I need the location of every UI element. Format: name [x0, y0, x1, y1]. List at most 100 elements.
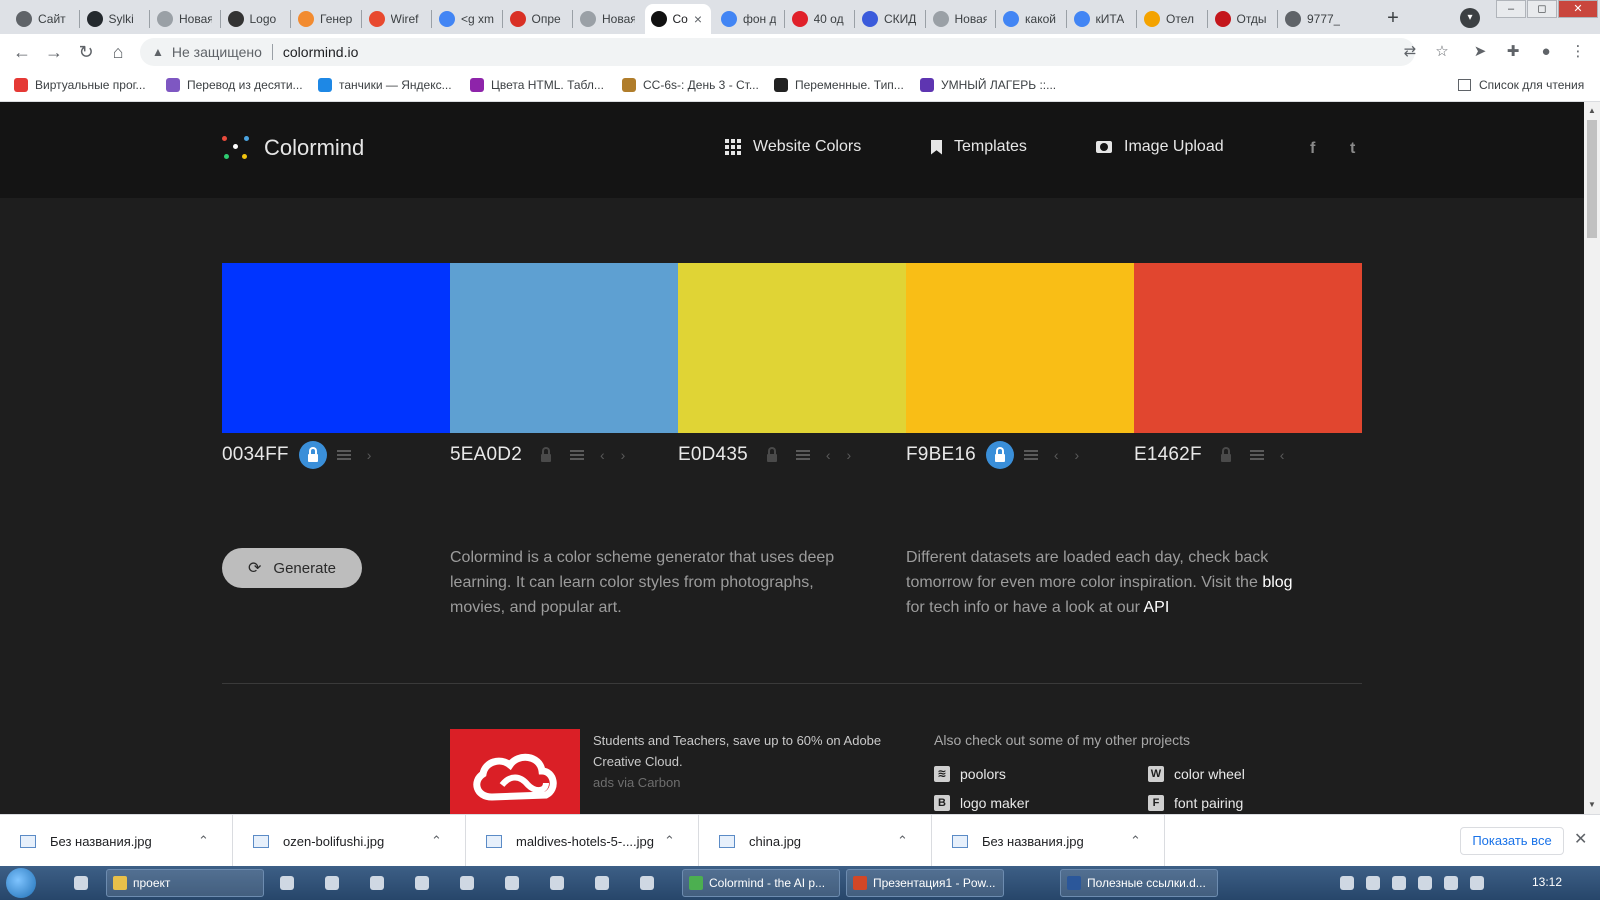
star-icon[interactable]: ☆: [1432, 42, 1452, 62]
quicklaunch-icon-9[interactable]: [595, 876, 609, 890]
browser-tab[interactable]: фон д: [715, 4, 782, 34]
hex-code[interactable]: F9BE16: [906, 444, 976, 466]
browser-tab[interactable]: Отды: [1209, 4, 1276, 34]
bookmark-item[interactable]: Виртуальные прог...: [14, 78, 146, 92]
nav-website-colors[interactable]: Website Colors: [725, 138, 861, 156]
quicklaunch-icon-10[interactable]: [640, 876, 654, 890]
taskbar-button[interactable]: Презентация1 - Pow...: [846, 869, 1004, 897]
quicklaunch-icon-7[interactable]: [505, 876, 519, 890]
scroll-down-arrow[interactable]: ▼: [1584, 798, 1600, 812]
bookmark-item[interactable]: УМНЫЙ ЛАГЕРЬ ::...: [920, 78, 1056, 92]
api-link[interactable]: API: [1143, 599, 1169, 616]
start-button[interactable]: [6, 868, 36, 898]
ad-via[interactable]: ads via Carbon: [593, 775, 680, 790]
download-options-chevron-icon[interactable]: ⌃: [1130, 833, 1141, 849]
adobe-creative-cloud-ad-image[interactable]: [450, 729, 580, 814]
browser-tab[interactable]: Co ×: [644, 4, 711, 34]
taskbar-button[interactable]: проект: [106, 869, 264, 897]
page-scrollbar[interactable]: ▲ ▼: [1584, 102, 1600, 814]
logo[interactable]: Colormind: [222, 134, 364, 162]
address-bar[interactable]: ▲ Не защищено colormind.io: [140, 38, 1415, 66]
maximize-button[interactable]: ◻: [1527, 0, 1557, 18]
scroll-up-arrow[interactable]: ▲: [1584, 104, 1600, 118]
taskbar-button[interactable]: Полезные ссылки.d...: [1060, 869, 1218, 897]
adjust-sliders-icon[interactable]: [1023, 449, 1040, 461]
hex-code[interactable]: E1462F: [1134, 444, 1202, 466]
clock[interactable]: 13:12: [1532, 875, 1562, 889]
download-item[interactable]: Без названия.jpg ⌃: [0, 815, 233, 867]
tab-search-icon[interactable]: ▾: [1460, 8, 1480, 28]
browser-tab[interactable]: Logo: [222, 4, 289, 34]
move-right-icon[interactable]: ›: [847, 447, 852, 463]
download-item[interactable]: maldives-hotels-5-....jpg ⌃: [466, 815, 699, 867]
scrollbar-thumb[interactable]: [1587, 120, 1597, 238]
home-icon[interactable]: ⌂: [106, 40, 130, 64]
project-color-wheel[interactable]: W color wheel: [1148, 766, 1245, 782]
download-item[interactable]: ozen-bolifushi.jpg ⌃: [233, 815, 466, 867]
ad-text[interactable]: Students and Teachers, save up to 60% on…: [593, 730, 883, 793]
extensions-puzzle-icon[interactable]: ✚: [1503, 42, 1523, 62]
nav-templates[interactable]: Templates: [931, 138, 1027, 156]
taskbar-button[interactable]: Colormind - the AI p...: [682, 869, 840, 897]
bookmark-item[interactable]: Перевод из десяти...: [166, 78, 303, 92]
forward-icon[interactable]: →: [42, 40, 66, 64]
browser-tab[interactable]: кИТА: [1068, 4, 1135, 34]
adjust-sliders-icon[interactable]: [569, 449, 586, 461]
facebook-icon[interactable]: f: [1310, 140, 1315, 158]
tray-icon-1[interactable]: [1340, 876, 1354, 890]
back-icon[interactable]: ←: [10, 40, 34, 64]
move-right-icon[interactable]: ›: [367, 447, 372, 463]
quicklaunch-icon-1[interactable]: [74, 876, 88, 890]
browser-tab[interactable]: Новая вкл: [574, 4, 641, 34]
profile-icon[interactable]: ●: [1536, 42, 1556, 62]
move-left-icon[interactable]: ‹: [1054, 447, 1059, 463]
browser-tab[interactable]: Sylki: [81, 4, 148, 34]
new-tab-button[interactable]: +: [1380, 6, 1406, 32]
project-poolors[interactable]: ≋ poolors: [934, 766, 1006, 782]
bookmark-item[interactable]: CC-6s-: День 3 - Ст...: [622, 78, 759, 92]
close-window-button[interactable]: ✕: [1558, 0, 1598, 18]
move-left-icon[interactable]: ‹: [600, 447, 605, 463]
close-downloads-icon[interactable]: ✕: [1574, 829, 1587, 849]
tray-icon-3[interactable]: [1392, 876, 1406, 890]
show-all-downloads-button[interactable]: Показать все: [1460, 827, 1564, 855]
download-options-chevron-icon[interactable]: ⌃: [897, 833, 908, 849]
lock-icon[interactable]: [298, 441, 327, 469]
hex-code[interactable]: 0034FF: [222, 444, 289, 466]
nav-image-upload[interactable]: Image Upload: [1096, 138, 1224, 156]
browser-tab[interactable]: Отел: [1138, 4, 1205, 34]
quicklaunch-icon-2[interactable]: [280, 876, 294, 890]
extension-cursor-icon[interactable]: ➤: [1470, 42, 1490, 62]
browser-tab[interactable]: Генер: [292, 4, 359, 34]
quicklaunch-icon-6[interactable]: [460, 876, 474, 890]
download-item[interactable]: china.jpg ⌃: [699, 815, 932, 867]
url-text[interactable]: colormind.io: [283, 44, 358, 60]
reading-list-button[interactable]: Список для чтения: [1458, 78, 1584, 92]
browser-tab[interactable]: 9777_: [1279, 4, 1346, 34]
tab-close-icon[interactable]: ×: [694, 11, 702, 27]
download-options-chevron-icon[interactable]: ⌃: [431, 833, 442, 849]
browser-tab[interactable]: Опре: [504, 4, 571, 34]
browser-tab[interactable]: Wiref: [363, 4, 430, 34]
browser-tab[interactable]: Новая вкл: [927, 4, 994, 34]
hex-code[interactable]: 5EA0D2: [450, 444, 522, 466]
adjust-sliders-icon[interactable]: [1249, 449, 1266, 461]
project-logo-maker[interactable]: B logo maker: [934, 795, 1029, 811]
bookmark-item[interactable]: Цвета HTML. Табл...: [470, 78, 604, 92]
tray-icon-2[interactable]: [1366, 876, 1380, 890]
move-left-icon[interactable]: ‹: [1280, 447, 1285, 463]
move-left-icon[interactable]: ‹: [826, 447, 831, 463]
browser-tab[interactable]: Сайт: [10, 4, 77, 34]
hex-code[interactable]: E0D435: [678, 444, 748, 466]
lock-icon[interactable]: [758, 441, 786, 469]
translate-icon[interactable]: ⇄: [1400, 42, 1420, 62]
color-swatch[interactable]: [450, 263, 678, 433]
move-right-icon[interactable]: ›: [1075, 447, 1080, 463]
color-swatch[interactable]: [1134, 263, 1362, 433]
twitter-icon[interactable]: t: [1350, 140, 1355, 158]
menu-kebab-icon[interactable]: ⋮: [1568, 42, 1588, 62]
color-swatch[interactable]: [222, 263, 450, 433]
download-options-chevron-icon[interactable]: ⌃: [198, 833, 209, 849]
tray-icon-4[interactable]: [1418, 876, 1432, 890]
reload-icon[interactable]: ↻: [74, 40, 98, 64]
